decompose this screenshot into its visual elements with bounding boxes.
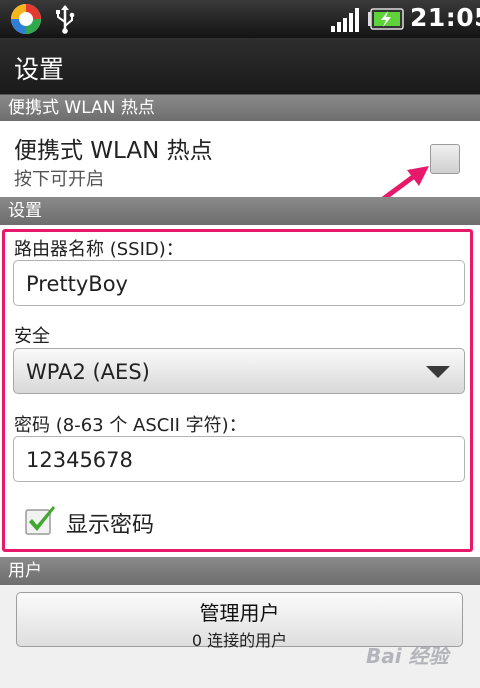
battery-charging-icon <box>368 8 404 30</box>
signal-icon <box>331 8 359 32</box>
page-title: 设置 <box>14 55 65 84</box>
section-header-settings: 设置 <box>0 197 480 225</box>
clock: 21:05 <box>410 3 480 32</box>
section-header-users: 用户 <box>0 557 480 585</box>
section-header-hotspot: 便携式 WLAN 热点 <box>0 95 480 121</box>
manage-users-title: 管理用户 <box>199 601 280 625</box>
status-bar: 21:05 <box>0 0 480 38</box>
watermark-logo: Bai 经验 <box>366 644 449 668</box>
usb-icon <box>56 5 75 34</box>
hotspot-subtitle: 按下可开启 <box>14 169 104 190</box>
app-logo-icon <box>11 4 41 34</box>
hotspot-title: 便携式 WLAN 热点 <box>14 138 213 164</box>
manage-users-button[interactable]: 管理用户 0 连接的用户 <box>16 592 463 650</box>
highlight-box <box>2 229 473 552</box>
title-bar: 设置 <box>0 38 480 95</box>
